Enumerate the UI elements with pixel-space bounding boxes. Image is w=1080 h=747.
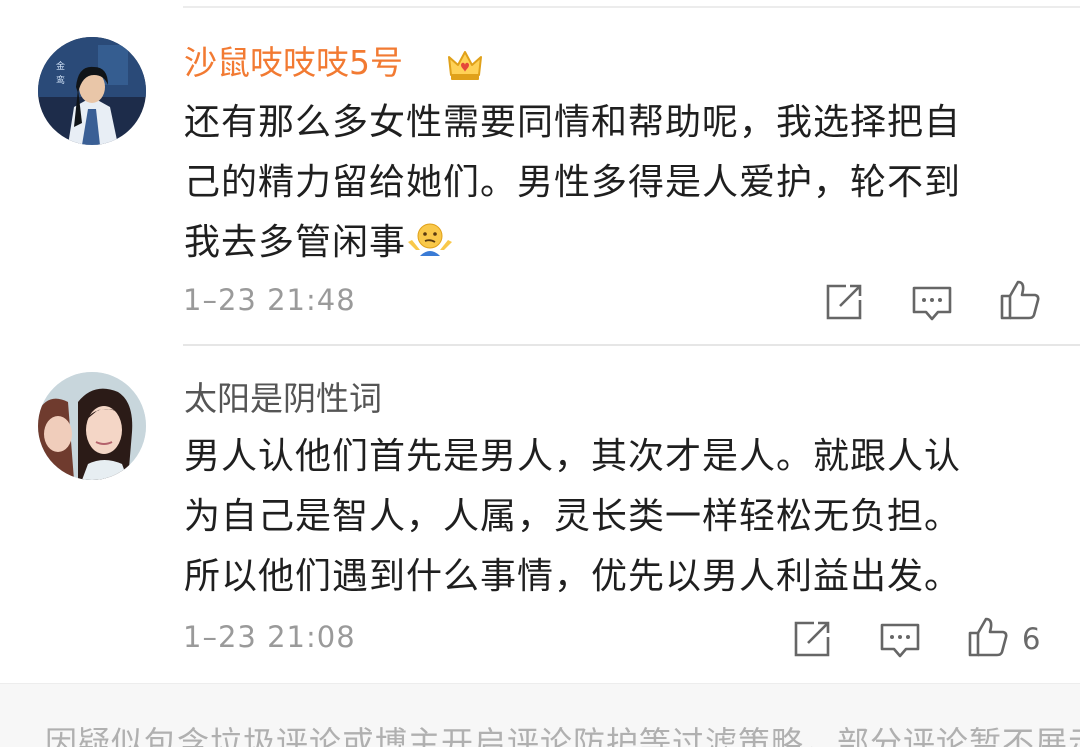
avatar[interactable]: [38, 372, 146, 480]
username[interactable]: 沙鼠吱吱吱5号: [184, 43, 403, 83]
filter-notice: 因疑似包含垃圾评论或博主开启评论防护等过滤策略，部分评论暂不展示: [45, 724, 1080, 747]
comment-item: 金 鸾 沙鼠吱吱吱5号 还有那么多女性需要同情和帮助呢，我选择把自 己的精力留给…: [0, 0, 1080, 340]
comment-icon[interactable]: [910, 282, 954, 326]
thumbs-up-icon[interactable]: [966, 615, 1010, 659]
svg-text:金: 金: [56, 60, 65, 72]
comment-feed: 金 鸾 沙鼠吱吱吱5号 还有那么多女性需要同情和帮助呢，我选择把自 己的精力留给…: [0, 0, 1080, 747]
comment-line: 我去多管闲事: [184, 213, 1044, 273]
comment-line-text: 己的精力留给她们。男性多得是人爱护，轮不到: [184, 162, 962, 203]
comment-line: 还有那么多女性需要同情和帮助呢，我选择把自: [184, 102, 962, 143]
shrug-emoji: [408, 223, 453, 256]
comment-item: 太阳是阴性词 男人认他们首先是男人，其次才是人。就跟人认 为自己是智人，人属，灵…: [0, 345, 1080, 680]
comment-line: 男人认他们首先是男人，其次才是人。就跟人认: [184, 436, 962, 477]
vip-crown-icon: [448, 51, 482, 80]
thumbs-up-icon[interactable]: [998, 278, 1042, 322]
comment-text: 还有那么多女性需要同情和帮助呢，我选择把自 己的精力留给她们。男性多得是人爱护，…: [184, 93, 1044, 273]
timestamp: 1–23 21:48: [183, 283, 356, 317]
comment-text: 男人认他们首先是男人，其次才是人。就跟人认 为自己是智人，人属，灵长类一样轻松无…: [184, 427, 1044, 607]
timestamp: 1–23 21:08: [183, 620, 356, 654]
comment-line: 所以他们遇到什么事情，优先以男人利益出发。: [184, 556, 962, 597]
repost-icon[interactable]: [790, 617, 834, 661]
comment-icon[interactable]: [878, 619, 922, 663]
svg-text:鸾: 鸾: [56, 74, 65, 86]
username[interactable]: 太阳是阴性词: [184, 379, 382, 419]
repost-icon[interactable]: [822, 280, 866, 324]
like-count: 6: [1022, 622, 1041, 656]
avatar[interactable]: 金 鸾: [38, 37, 146, 145]
comment-line: 己的精力留给她们。男性多得是人爱护，轮不到: [184, 153, 1044, 213]
comment-line-text: 我去多管闲事: [184, 222, 407, 263]
comment-line: 为自己是智人，人属，灵长类一样轻松无负担。: [184, 496, 962, 537]
